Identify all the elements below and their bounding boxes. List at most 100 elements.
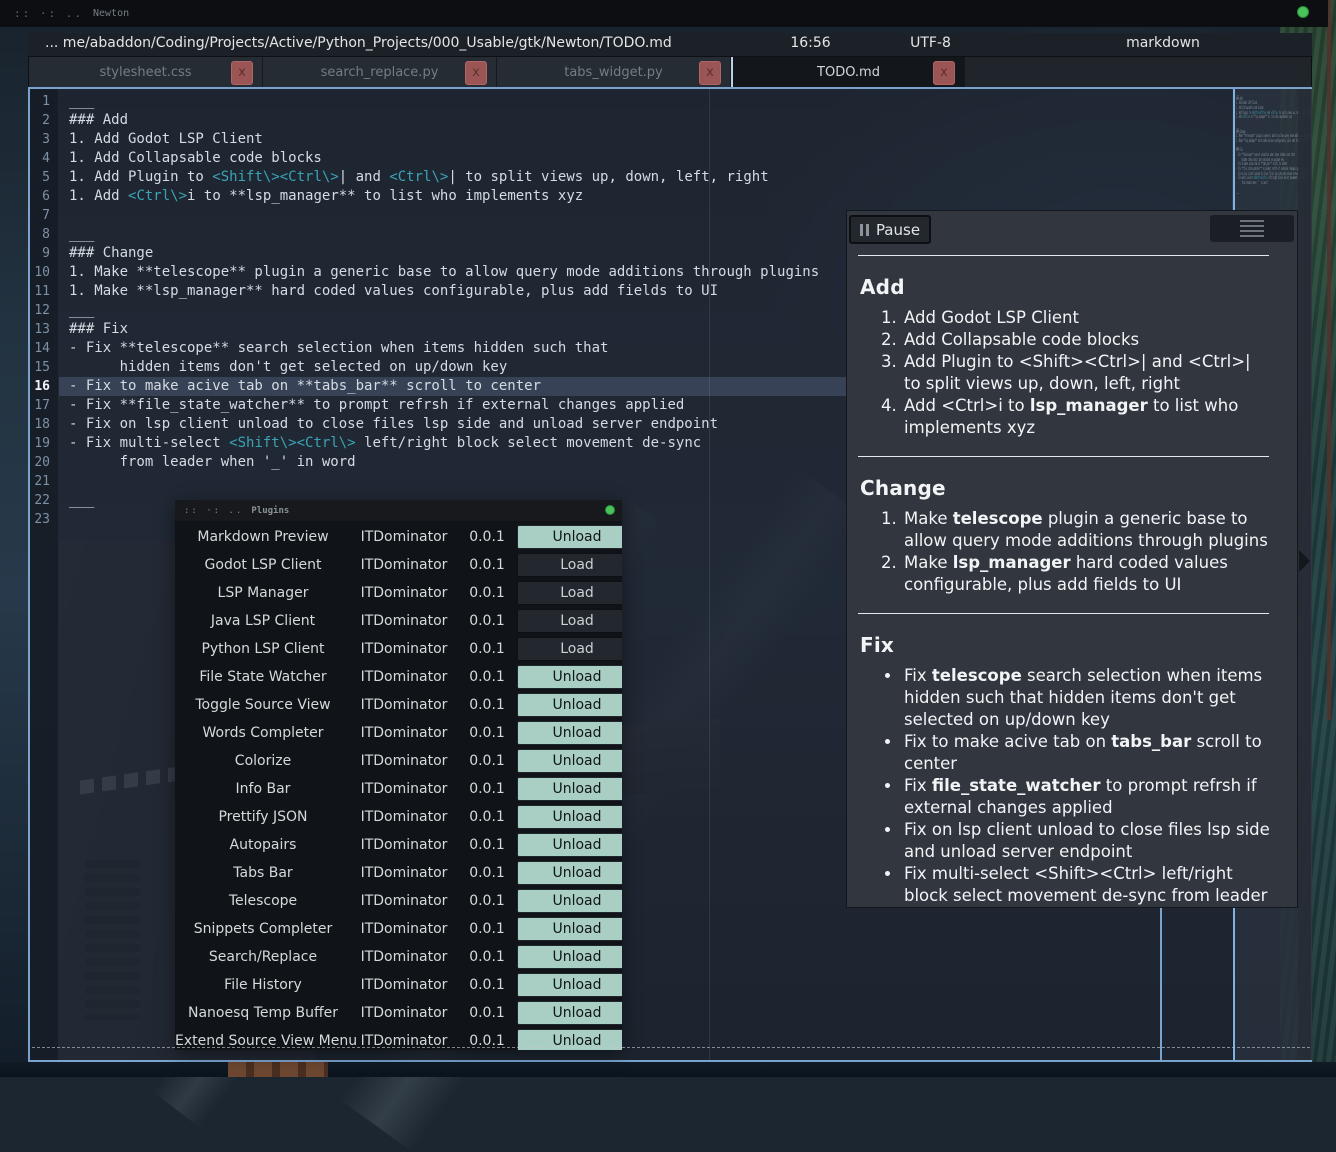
code-line[interactable]: 1. Add Plugin to <Shift\><Ctrl\>| and <C… — [59, 168, 1232, 187]
plugin-version: 0.0.1 — [457, 837, 517, 853]
syntax-tag: <Shift\><Ctrl\> — [212, 169, 338, 185]
desktop-panel: :: ·: .. Newton — [0, 0, 1328, 27]
hamburger-icon — [1240, 220, 1264, 222]
code-line[interactable]: 1. Add Godot LSP Client — [59, 130, 1232, 149]
preview-list-item: Fix multi-select <Shift><Ctrl> left/righ… — [902, 863, 1271, 908]
section-divider — [858, 255, 1269, 256]
plugin-unload-button[interactable]: Unload — [517, 973, 622, 997]
bold-text: telescope — [953, 509, 1043, 528]
plugins-titlebar[interactable]: :: ·: .. Plugins — [175, 500, 622, 521]
menu-button[interactable] — [1210, 215, 1294, 242]
minimap-seg: 1. Make **lsp_manager** hard coded value… — [1236, 138, 1306, 143]
plugin-author: ITDominator — [351, 585, 457, 601]
code-text: ### Change — [69, 245, 153, 261]
tab-close-icon[interactable]: x — [699, 61, 721, 85]
bold-text: lsp_manager — [953, 553, 1071, 572]
plugin-name: Autopairs — [175, 837, 351, 853]
plugin-version: 0.0.1 — [457, 753, 517, 769]
plugin-row: File State WatcherITDominator0.0.1Unload — [175, 663, 622, 691]
code-text: ___ — [69, 492, 94, 508]
section-divider — [858, 613, 1269, 614]
code-text: from leader when '_' in word — [69, 454, 356, 470]
plugin-author: ITDominator — [351, 669, 457, 685]
code-text: left/right block select movement de-sync — [356, 435, 702, 451]
plugins-window-title: Plugins — [251, 506, 289, 516]
preview-list: Fix telescope search selection when item… — [856, 665, 1271, 908]
plugin-version: 0.0.1 — [457, 1005, 517, 1021]
tab-close-icon[interactable]: x — [933, 61, 955, 85]
section-divider — [858, 456, 1269, 457]
bold-text: tabs_bar — [1111, 732, 1191, 751]
line-number: 22 — [29, 491, 58, 510]
plugin-unload-button[interactable]: Unload — [517, 945, 622, 969]
tab-search_replace.py[interactable]: search_replace.pyx — [263, 57, 497, 87]
plugin-load-button[interactable]: Load — [517, 581, 622, 605]
plugin-unload-button[interactable]: Unload — [517, 1001, 622, 1025]
window-decoration-dots: :: ·: .. — [184, 506, 243, 516]
plugin-unload-button[interactable]: Unload — [517, 749, 622, 773]
encoding-indicator[interactable]: UTF-8 — [883, 35, 978, 51]
plugin-unload-button[interactable]: Unload — [517, 665, 622, 689]
preview-list-item: Make telescope plugin a generic base to … — [902, 508, 1271, 552]
tab-close-icon[interactable]: x — [465, 61, 487, 85]
line-number: 14 — [29, 339, 58, 358]
preview-list-item: Add Godot LSP Client — [902, 307, 1271, 329]
pause-button[interactable]: Pause — [849, 215, 931, 244]
code-text: - Fix multi-select — [69, 435, 229, 451]
plugin-name: Godot LSP Client — [175, 557, 351, 573]
plugin-unload-button[interactable]: Unload — [517, 721, 622, 745]
code-line[interactable]: 1. Add <Ctrl\>i to **lsp_manager** to li… — [59, 187, 1232, 206]
window-status-dot — [1297, 6, 1309, 18]
bold-text: telescope — [932, 666, 1022, 685]
tab-tabs_widget.py[interactable]: tabs_widget.pyx — [497, 57, 731, 87]
preview-list-item: Add Collapsable code blocks — [902, 329, 1271, 351]
plugin-unload-button[interactable]: Unload — [517, 777, 622, 801]
code-text: ### Fix — [69, 321, 128, 337]
plugin-unload-button[interactable]: Unload — [517, 889, 622, 913]
plugin-load-button[interactable]: Load — [517, 553, 622, 577]
tab-close-icon[interactable]: x — [231, 61, 253, 85]
language-indicator[interactable]: markdown — [1108, 35, 1218, 51]
code-line[interactable]: 1. Add Collapsable code blocks — [59, 149, 1232, 168]
plugin-row: Tabs BarITDominator0.0.1Unload — [175, 859, 622, 887]
code-text: ___ — [69, 226, 94, 242]
line-number: 19 — [29, 434, 58, 453]
tab-stylesheet.css[interactable]: stylesheet.css x — [29, 57, 263, 87]
code-line[interactable]: ### Add — [59, 111, 1232, 130]
plugin-version: 0.0.1 — [457, 921, 517, 937]
plugin-unload-button[interactable]: Unload — [517, 525, 622, 549]
plugin-load-button[interactable]: Load — [517, 609, 622, 633]
plugin-name: LSP Manager — [175, 585, 351, 601]
plugin-unload-button[interactable]: Unload — [517, 917, 622, 941]
window-status-dot — [605, 505, 615, 515]
plugin-unload-button[interactable]: Unload — [517, 861, 622, 885]
preview-heading: Add — [860, 275, 1271, 299]
plugin-author: ITDominator — [351, 725, 457, 741]
clock: 16:56 — [763, 35, 858, 51]
pause-label: Pause — [876, 221, 920, 239]
minimap-seg: from leader when '_' in word — [1236, 180, 1267, 185]
minimap-line: from leader when '_' in word — [1236, 181, 1264, 186]
editor-gutter: 1234567891011121314151617181920212223 — [29, 89, 59, 1060]
plugin-name: File History — [175, 977, 351, 993]
tab-TODO.md[interactable]: TODO.mdx — [731, 57, 965, 87]
panel-collapse-chevron-icon[interactable] — [1299, 550, 1310, 572]
plugin-load-button[interactable]: Load — [517, 637, 622, 661]
pause-icon — [860, 224, 869, 236]
tab-label: stylesheet.css — [99, 65, 191, 80]
preview-list: Make telescope plugin a generic base to … — [856, 508, 1271, 596]
plugin-version: 0.0.1 — [457, 697, 517, 713]
line-number: 12 — [29, 301, 58, 320]
plugin-unload-button[interactable]: Unload — [517, 805, 622, 829]
file-path: ... me/abaddon/Coding/Projects/Active/Py… — [45, 35, 672, 51]
line-number: 9 — [29, 244, 58, 263]
code-text: 1. Add Collapsable code blocks — [69, 150, 322, 166]
split-divider[interactable] — [709, 89, 710, 1060]
plugin-version: 0.0.1 — [457, 809, 517, 825]
plugin-unload-button[interactable]: Unload — [517, 693, 622, 717]
code-text: | and — [339, 169, 390, 185]
plugin-unload-button[interactable]: Unload — [517, 833, 622, 857]
plugin-row: Nanoesq Temp BufferITDominator0.0.1Unloa… — [175, 999, 622, 1027]
code-line[interactable]: ___ — [59, 92, 1232, 111]
pane-divider[interactable] — [1160, 908, 1162, 1060]
